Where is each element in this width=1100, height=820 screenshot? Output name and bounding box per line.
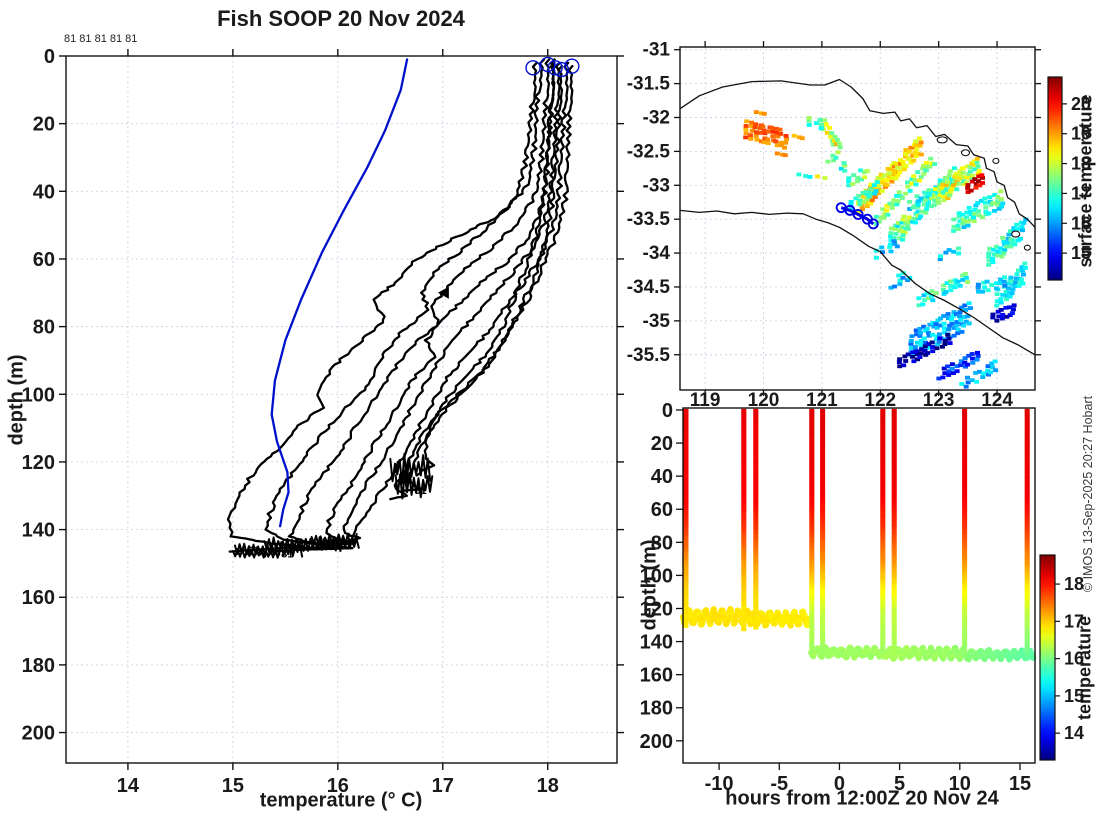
svg-text:180: 180 (22, 655, 55, 677)
svg-text:-33: -33 (643, 175, 670, 196)
bottom-y-axis-label: depth (m) (638, 539, 661, 631)
svg-text:160: 160 (22, 587, 55, 609)
left-x-axis-label: temperature (° C) (259, 789, 423, 812)
svg-text:180: 180 (640, 698, 673, 720)
svg-text:0: 0 (44, 46, 55, 68)
svg-text:20: 20 (651, 433, 673, 455)
climatology-line (270, 58, 409, 528)
svg-text:140: 140 (640, 632, 673, 654)
figure-container: 14 15 16 17 18 0 20 40 60 80 100 120 140 160 180 200 81 8… (0, 0, 1100, 820)
svg-text:-34: -34 (643, 243, 671, 264)
svg-text:60: 60 (651, 499, 673, 521)
figure-canvas: 14 15 16 17 18020406080100120140160180200818… (22, 40, 1091, 797)
profile-count-labels: 81 81 81 81 81 (64, 33, 138, 45)
svg-text:40: 40 (651, 466, 673, 488)
svg-text:-34.5: -34.5 (627, 277, 671, 298)
svg-text:80: 80 (33, 317, 55, 339)
figure-title: Fish SOOP 20 Nov 2024 (217, 6, 465, 31)
svg-text:-31: -31 (643, 40, 671, 61)
svg-text:200: 200 (22, 723, 55, 745)
svg-text:14: 14 (117, 775, 140, 797)
svg-text:60: 60 (33, 249, 55, 271)
svg-text:81: 81 (248, 545, 260, 557)
svg-text:81: 81 (414, 485, 426, 497)
svg-text:15: 15 (222, 775, 244, 797)
left-y-axis-label: depth (m) (5, 354, 28, 446)
ship-track (835, 202, 879, 230)
svg-text:140: 140 (22, 520, 55, 542)
time-depth-panel (682, 408, 1036, 763)
bottom-colorbar-label: temperature (1074, 615, 1095, 721)
svg-text:120: 120 (22, 452, 55, 474)
sst-pixel-cells (743, 110, 1029, 389)
svg-text:160: 160 (640, 665, 673, 687)
svg-text:-33.5: -33.5 (627, 209, 671, 230)
svg-text:200: 200 (640, 731, 673, 753)
svg-text:40: 40 (33, 181, 55, 203)
svg-text:15: 15 (1009, 773, 1031, 795)
svg-text:17: 17 (432, 775, 454, 797)
svg-text:-32: -32 (643, 107, 670, 128)
svg-text:-35: -35 (643, 311, 671, 332)
svg-text:14: 14 (1064, 723, 1084, 743)
svg-text:-32.5: -32.5 (627, 141, 671, 162)
svg-text:20: 20 (33, 114, 55, 136)
svg-text:18: 18 (537, 775, 559, 797)
svg-text:0: 0 (662, 400, 673, 422)
bottom-x-axis-label: hours from 12:00Z 20 Nov 24 (725, 787, 999, 810)
svg-text:-35.5: -35.5 (627, 345, 671, 366)
map-colorbar-label: surface temperature (1075, 94, 1096, 268)
svg-text:81: 81 (281, 548, 293, 560)
imos-credit: © IMOS 13-Sep-2025 20:27 Hobart (1081, 395, 1095, 593)
svg-text:-31.5: -31.5 (627, 74, 671, 95)
